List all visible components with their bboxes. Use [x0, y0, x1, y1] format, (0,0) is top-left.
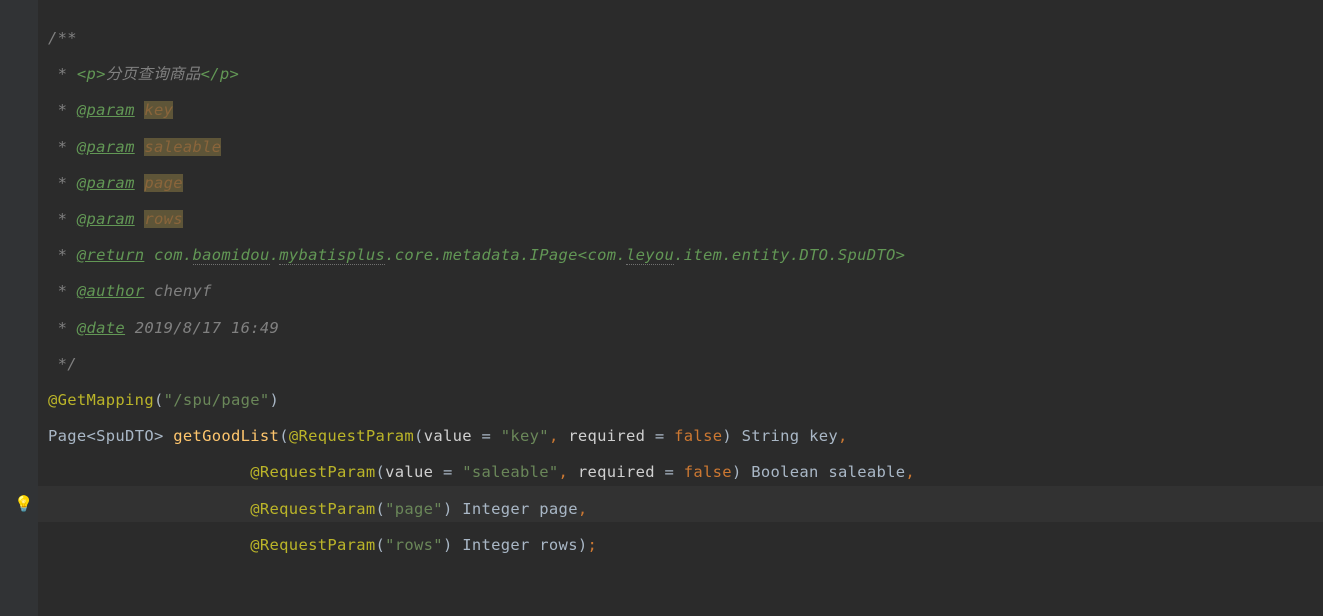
- lightbulb-icon[interactable]: 💡: [14, 493, 33, 514]
- javadoc-param-page: * @param page: [48, 174, 183, 192]
- method-signature-line1: Page<SpuDTO> getGoodList(@RequestParam(v…: [48, 427, 848, 445]
- javadoc-open: /**: [48, 29, 77, 47]
- javadoc-date: * @date 2019/8/17 16:49: [48, 319, 279, 337]
- editor-gutter: [0, 0, 38, 616]
- javadoc-param-saleable: * @param saleable: [48, 138, 221, 156]
- javadoc-param-key: * @param key: [48, 101, 173, 119]
- annotation-getmapping: @GetMapping("/spu/page"): [48, 391, 279, 409]
- method-signature-line3: @RequestParam("page") Integer page,: [48, 500, 587, 518]
- method-signature-line2: @RequestParam(value = "saleable", requir…: [48, 463, 915, 481]
- code-editor[interactable]: /** * <p>分页查询商品</p> * @param key * @para…: [48, 20, 1323, 563]
- javadoc-close: */: [48, 355, 77, 373]
- javadoc-line: * <p>分页查询商品</p>: [48, 65, 239, 83]
- javadoc-param-rows: * @param rows: [48, 210, 183, 228]
- javadoc-return: * @return com.baomidou.mybatisplus.core.…: [48, 246, 905, 265]
- javadoc-author: * @author chenyf: [48, 282, 212, 300]
- method-signature-line4: @RequestParam("rows") Integer rows);: [48, 536, 597, 554]
